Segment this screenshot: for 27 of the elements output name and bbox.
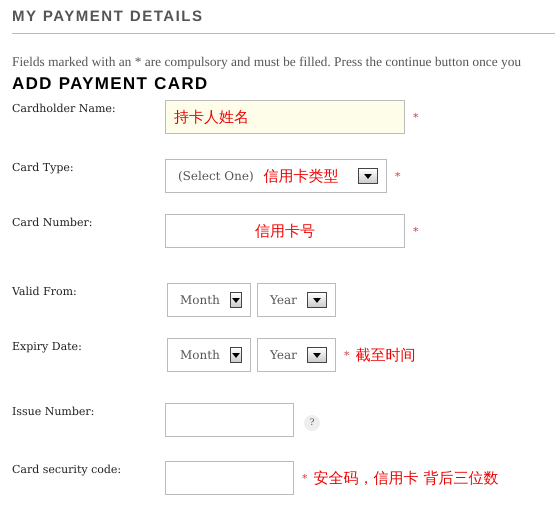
input-field[interactable] [165,461,294,495]
help-button[interactable]: ? [304,415,320,431]
page-title: MY PAYMENT DETAILS [12,8,204,25]
required-asterisk: * [413,110,418,124]
required-asterisk: * [395,170,400,182]
input-field[interactable]: 信用卡号 [165,214,405,248]
section-title: ADD PAYMENT CARD [12,74,208,94]
date-dropdown[interactable]: Year [257,283,336,317]
required-asterisk: * [344,348,350,362]
field-label: Expiry Date: [12,339,83,353]
annotation-text: 安全码，信用卡 背后三位数 [314,468,498,488]
annotation-text: 截至时间 [356,346,416,364]
field-label: Cardholder Name: [12,101,117,115]
date-dropdown[interactable]: Year [257,338,336,372]
date-dropdown[interactable]: Month [167,338,251,372]
input-field[interactable] [165,403,294,437]
field-label: Issue Number: [12,404,96,418]
date-dropdown[interactable]: Month [167,283,251,317]
field-label: Valid From: [12,284,78,298]
required-asterisk: * [413,224,418,238]
input-field[interactable]: 持卡人姓名 [165,100,405,134]
field-label: Card Type: [12,160,75,174]
required-asterisk: * [302,472,308,484]
field-label: Card Number: [12,215,94,229]
card-type-dropdown[interactable]: (Select One) 信用卡类型 [165,159,387,193]
field-label: Card security code: [12,462,122,476]
instructions-text: Fields marked with an * are compulsory and must be filled. Press the continue button once you [12,54,522,70]
